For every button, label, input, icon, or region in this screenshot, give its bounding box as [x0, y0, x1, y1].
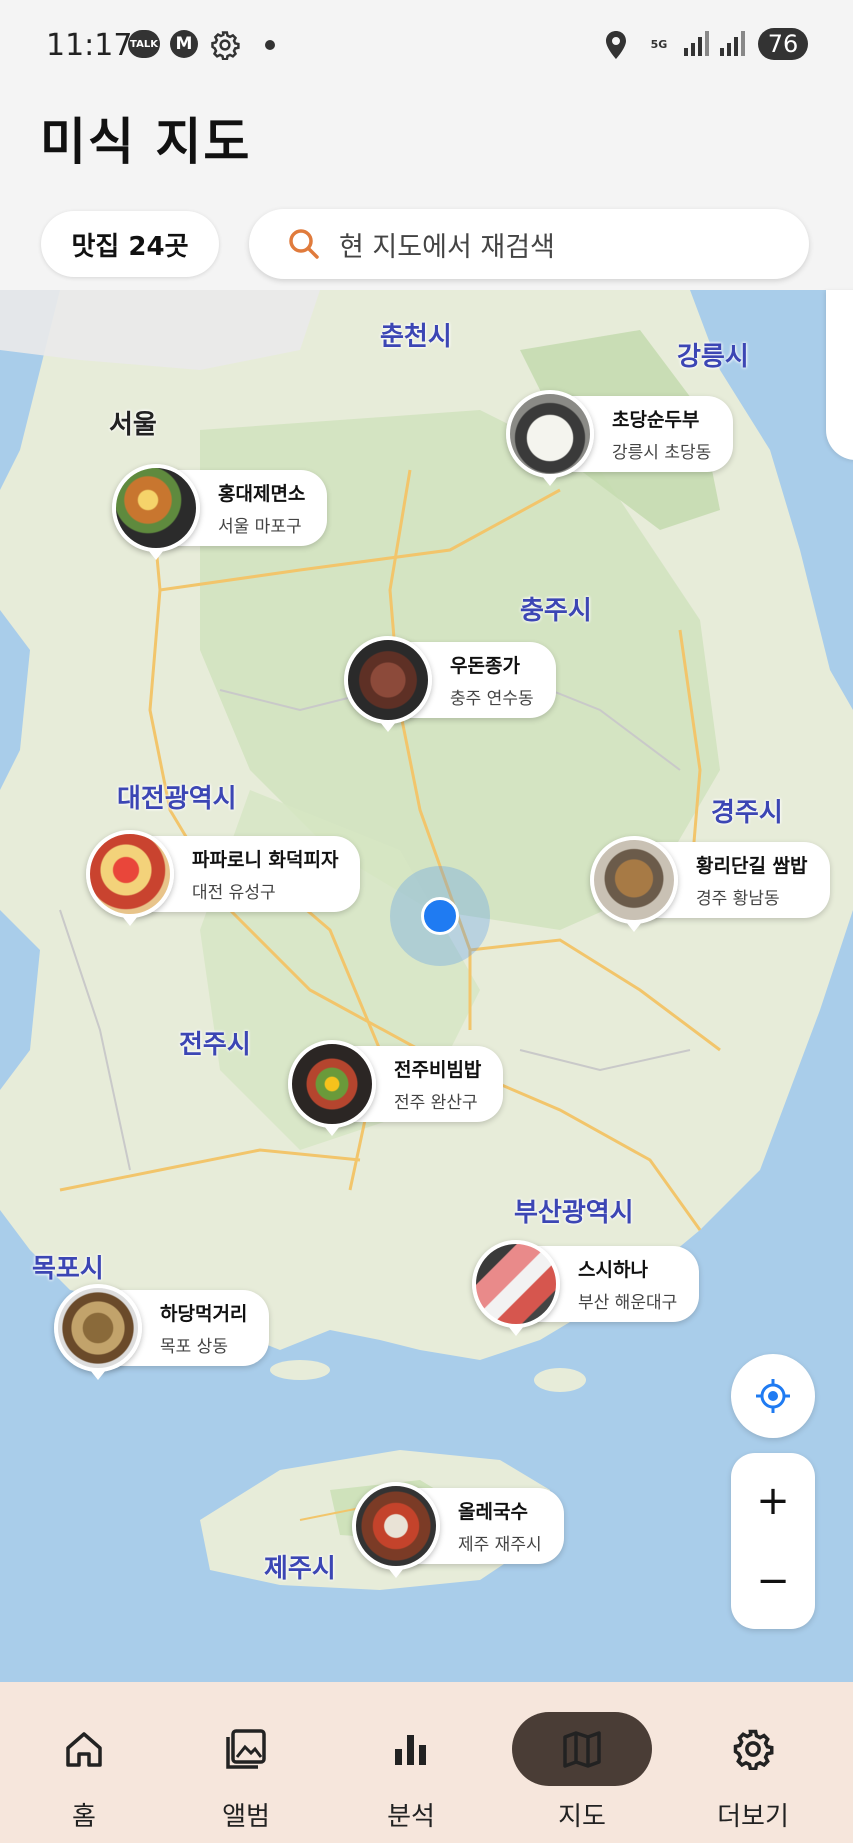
bottom-navigation: 홈 앨범 분석 지도 더보기 — [0, 1682, 853, 1843]
settings-notification-icon — [210, 30, 240, 60]
city-label-chungju: 충주시 — [520, 596, 592, 626]
city-label-gangneung: 강릉시 — [677, 342, 749, 372]
my-location-button[interactable] — [731, 1354, 815, 1438]
status-time: 11:17 — [46, 28, 133, 63]
restaurant-area: 강릉시 초당동 — [612, 443, 712, 463]
side-panel-edge — [826, 290, 853, 460]
restaurant-area: 부산 해운대구 — [578, 1293, 678, 1313]
restaurant-thumbnail — [352, 1482, 440, 1570]
marker-pointer — [380, 722, 396, 732]
marker-pointer — [626, 922, 642, 932]
map-view[interactable]: 춘천시 강릉시 서울 충주시 대전광역시 경주시 전주시 부산광역시 목포시 제… — [0, 290, 853, 1682]
zoom-out-button[interactable]: − — [731, 1539, 815, 1623]
marker-pointer — [148, 550, 164, 560]
nav-more-label: 더보기 — [717, 1802, 789, 1832]
nav-album[interactable]: 앨범 — [181, 1682, 311, 1843]
restaurant-name: 전주비빔밥 — [394, 1059, 482, 1081]
page-title: 미식 지도 — [40, 113, 252, 171]
restaurant-name: 올레국수 — [458, 1501, 528, 1523]
signal-icon-2 — [718, 30, 748, 56]
status-bar: 11:17 TALK M 5G 76 — [0, 0, 853, 92]
restaurant-name: 홍대제면소 — [218, 483, 306, 505]
zoom-controls: + − — [731, 1453, 815, 1629]
city-label-seoul: 서울 — [109, 410, 157, 440]
restaurant-thumbnail — [590, 836, 678, 924]
city-label-daejeon: 대전광역시 — [117, 784, 237, 814]
signal-icon — [682, 30, 712, 56]
zoom-in-button[interactable]: + — [731, 1459, 815, 1543]
search-label: 현 지도에서 재검색 — [339, 231, 555, 263]
talk-notification-icon: TALK — [128, 30, 160, 58]
restaurant-area: 목포 상동 — [160, 1337, 228, 1357]
marker-pointer — [542, 476, 558, 486]
restaurant-thumbnail — [54, 1284, 142, 1372]
chart-icon — [341, 1712, 481, 1786]
restaurant-area: 제주 재주시 — [458, 1535, 542, 1555]
city-label-busan: 부산광역시 — [514, 1198, 634, 1228]
m-notification-icon: M — [170, 30, 198, 58]
restaurant-thumbnail — [112, 464, 200, 552]
restaurant-thumbnail — [344, 636, 432, 724]
city-label-chuncheon: 춘천시 — [380, 322, 452, 352]
city-label-gyeongju: 경주시 — [711, 798, 783, 828]
restaurant-name: 스시하나 — [578, 1259, 648, 1281]
network-5g-icon: 5G — [650, 37, 668, 51]
city-label-jeonju: 전주시 — [179, 1030, 251, 1060]
restaurant-thumbnail — [288, 1040, 376, 1128]
restaurant-name: 초당순두부 — [612, 409, 700, 431]
gear-icon — [683, 1712, 823, 1786]
restaurant-area: 충주 연수동 — [450, 689, 534, 709]
nav-album-label: 앨범 — [222, 1802, 270, 1832]
marker-pointer — [324, 1126, 340, 1136]
marker-pointer — [388, 1568, 404, 1578]
nav-analysis[interactable]: 분석 — [346, 1682, 476, 1843]
nav-analysis-label: 분석 — [387, 1802, 435, 1832]
restaurant-area: 전주 완산구 — [394, 1093, 478, 1113]
restaurant-area: 서울 마포구 — [218, 517, 302, 537]
marker-pointer — [90, 1370, 106, 1380]
nav-home-label: 홈 — [72, 1802, 96, 1832]
map-icon — [512, 1712, 652, 1786]
restaurant-count-chip[interactable]: 맛집 24곳 — [41, 211, 219, 277]
restaurant-thumbnail — [472, 1240, 560, 1328]
nav-map-label: 지도 — [558, 1802, 606, 1832]
restaurant-thumbnail — [506, 390, 594, 478]
restaurant-name: 하당먹거리 — [160, 1303, 248, 1325]
marker-pointer — [122, 916, 138, 926]
more-notifications-icon — [265, 40, 275, 50]
restaurant-area: 경주 황남동 — [696, 889, 780, 909]
restaurant-name: 황리단길 쌈밥 — [696, 855, 808, 877]
location-status-icon — [604, 30, 628, 60]
research-map-button[interactable]: 현 지도에서 재검색 — [249, 209, 809, 279]
home-icon — [14, 1712, 154, 1786]
search-icon — [289, 229, 319, 259]
city-label-mokpo: 목포시 — [32, 1254, 104, 1284]
nav-home[interactable]: 홈 — [19, 1682, 149, 1843]
restaurant-area: 대전 유성구 — [192, 883, 276, 903]
restaurant-name: 우돈종가 — [450, 655, 520, 677]
battery-indicator: 76 — [758, 28, 808, 60]
restaurant-thumbnail — [86, 830, 174, 918]
restaurant-name: 파파로니 화덕피자 — [192, 849, 339, 871]
city-label-jeju: 제주시 — [264, 1554, 336, 1584]
current-location-dot — [421, 897, 459, 935]
album-icon — [176, 1712, 316, 1786]
nav-more[interactable]: 더보기 — [688, 1682, 818, 1843]
crosshair-icon — [756, 1379, 790, 1413]
nav-map[interactable]: 지도 — [512, 1682, 652, 1843]
marker-pointer — [508, 1326, 524, 1336]
